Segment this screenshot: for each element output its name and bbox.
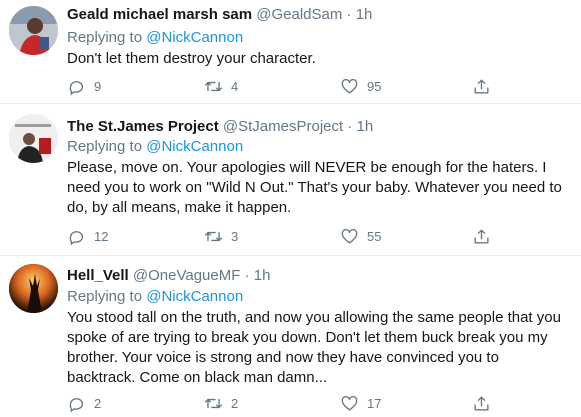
tweet[interactable]: The St.James Project @StJamesProject · 1… — [0, 104, 581, 256]
mention-link[interactable]: @NickCannon — [146, 288, 243, 305]
tweet-header: Hell_Vell @OneVagueMF · 1h — [67, 267, 271, 284]
retweet-count: 2 — [231, 395, 239, 411]
reply-count: 12 — [94, 228, 109, 244]
tweet-actions: 12 3 55 — [67, 226, 507, 246]
tweet[interactable]: Hell_Vell @OneVagueMF · 1h Replying to @… — [0, 256, 581, 417]
timestamp[interactable]: 1h — [357, 118, 374, 135]
reply-icon — [69, 230, 84, 245]
like-count: 55 — [367, 228, 382, 244]
display-name[interactable]: The St.James Project — [67, 118, 219, 135]
share-icon — [474, 395, 489, 411]
mention-link[interactable]: @NickCannon — [146, 138, 243, 155]
replying-label: Replying to — [67, 138, 143, 155]
like-icon — [341, 395, 358, 411]
retweet-button[interactable]: 4 — [204, 76, 238, 96]
display-name[interactable]: Hell_Vell — [67, 267, 129, 284]
timestamp[interactable]: 1h — [356, 6, 373, 23]
share-button[interactable] — [472, 226, 491, 246]
reply-icon — [69, 397, 84, 412]
like-icon — [341, 228, 358, 244]
tweet-text: Don't let them destroy your character. — [67, 50, 316, 67]
handle[interactable]: @GealdSam — [256, 6, 342, 23]
share-icon — [474, 78, 489, 94]
retweet-icon — [204, 231, 223, 241]
replying-label: Replying to — [67, 288, 143, 305]
handle[interactable]: @StJamesProject — [223, 118, 343, 135]
timestamp[interactable]: 1h — [254, 267, 271, 284]
share-button[interactable] — [472, 76, 491, 96]
reply-count: 2 — [94, 395, 102, 411]
retweet-icon — [204, 398, 223, 408]
replying-to: Replying to @NickCannon — [67, 138, 243, 155]
like-icon — [341, 78, 358, 94]
like-count: 17 — [367, 395, 382, 411]
avatar[interactable] — [9, 6, 58, 55]
reply-icon — [69, 80, 84, 95]
retweet-count: 3 — [231, 228, 239, 244]
share-icon — [474, 228, 489, 244]
reply-button[interactable]: 2 — [67, 393, 101, 413]
reply-count: 9 — [94, 78, 102, 94]
retweet-button[interactable]: 2 — [204, 393, 238, 413]
like-button[interactable]: 95 — [340, 76, 381, 96]
tweet-text: You stood tall on the truth, and now you… — [67, 309, 561, 386]
replying-to: Replying to @NickCannon — [67, 288, 243, 305]
retweet-button[interactable]: 3 — [204, 226, 238, 246]
replying-to: Replying to @NickCannon — [67, 29, 243, 46]
handle[interactable]: @OneVagueMF — [133, 267, 241, 284]
retweet-icon — [204, 81, 223, 91]
tweet-actions: 2 2 17 — [67, 393, 507, 413]
share-button[interactable] — [472, 393, 491, 413]
tweet-header: Geald michael marsh sam @GealdSam · 1h — [67, 6, 373, 23]
replying-label: Replying to — [67, 29, 143, 46]
display-name[interactable]: Geald michael marsh sam — [67, 6, 252, 23]
retweet-count: 4 — [231, 78, 239, 94]
avatar[interactable] — [9, 114, 58, 163]
avatar[interactable] — [9, 264, 58, 313]
like-count: 95 — [367, 78, 382, 94]
like-button[interactable]: 17 — [340, 393, 381, 413]
tweet-actions: 9 4 95 — [67, 76, 507, 96]
reply-button[interactable]: 12 — [67, 226, 108, 246]
tweet-header: The St.James Project @StJamesProject · 1… — [67, 118, 374, 135]
tweet[interactable]: Geald michael marsh sam @GealdSam · 1h R… — [0, 0, 581, 104]
mention-link[interactable]: @NickCannon — [146, 29, 243, 46]
tweet-text: Please, move on. Your apologies will NEV… — [67, 159, 562, 216]
like-button[interactable]: 55 — [340, 226, 381, 246]
reply-button[interactable]: 9 — [67, 76, 101, 96]
